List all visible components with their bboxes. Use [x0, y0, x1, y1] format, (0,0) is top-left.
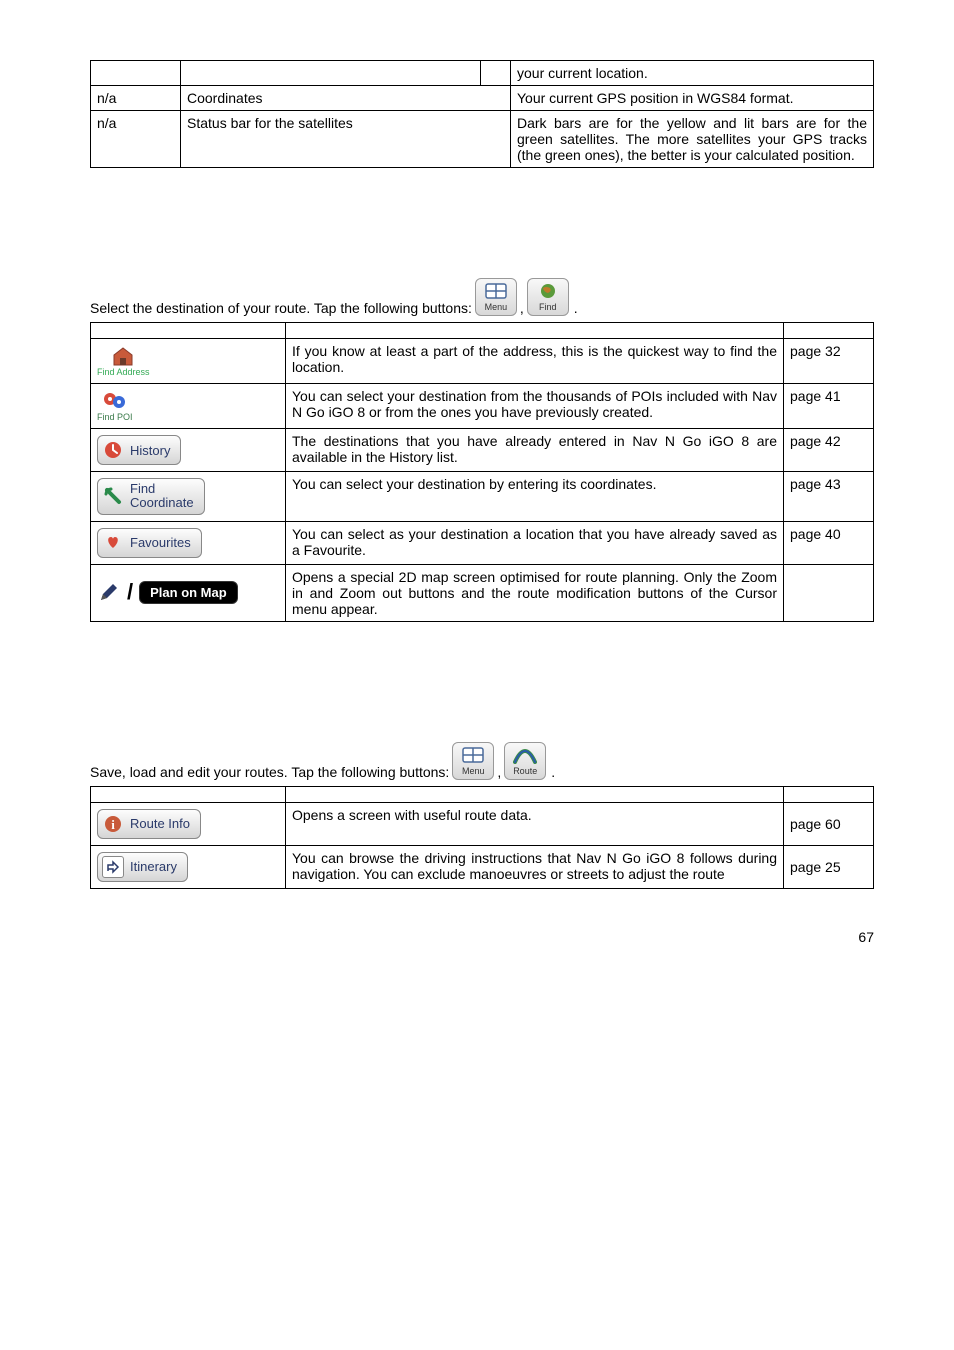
- gps-info-table: your current location. n/a Coordinates Y…: [90, 60, 874, 168]
- t1-r1-c1: n/a: [91, 86, 181, 111]
- t1-r0-c1: [91, 61, 181, 86]
- find-poi-label: Find POI: [97, 412, 133, 422]
- plan-on-map-desc: Opens a special 2D map screen optimised …: [286, 564, 784, 621]
- find-poi-desc: You can select your destination from the…: [286, 384, 784, 429]
- t1-r2-c2: Status bar for the satellites: [181, 111, 511, 168]
- t1-r0-c2: [181, 61, 481, 86]
- pencil-icon: [97, 580, 121, 604]
- history-cell: History: [91, 429, 286, 472]
- t1-r1-c4: Your current GPS position in WGS84 forma…: [511, 86, 874, 111]
- route-info-ref: page 60: [784, 802, 874, 845]
- menu-icon-2: [461, 745, 485, 765]
- plan-on-map-button[interactable]: Plan on Map: [139, 581, 238, 604]
- route-intro-text: Save, load and edit your routes. Tap the…: [90, 764, 449, 780]
- menu-button[interactable]: Menu: [475, 278, 517, 316]
- find-address-icon: Find Address: [97, 345, 150, 377]
- t1-r0-c4: your current location.: [511, 61, 874, 86]
- slash-sep: /: [127, 579, 133, 605]
- history-ref: page 42: [784, 429, 874, 472]
- history-icon: [102, 439, 124, 461]
- page-number: 67: [90, 929, 874, 945]
- find-intro-text: Select the destination of your route. Ta…: [90, 300, 472, 316]
- find-label: Find: [539, 302, 557, 312]
- plan-on-map-cell: / Plan on Map: [91, 564, 286, 621]
- find-poi-icon: Find POI: [97, 390, 133, 422]
- svg-text:i: i: [111, 817, 115, 832]
- comma2: ,: [497, 764, 501, 780]
- plan-on-map-ref: [784, 564, 874, 621]
- t1-r0-c3: [481, 61, 511, 86]
- find-poi-cell: Find POI: [91, 384, 286, 429]
- route-intro-line: Save, load and edit your routes. Tap the…: [90, 742, 874, 780]
- route-info-desc: Opens a screen with useful route data.: [286, 802, 784, 845]
- t1-r1-c2: Coordinates: [181, 86, 511, 111]
- route-label: Route: [513, 766, 537, 776]
- find-coord-icon: [102, 485, 124, 507]
- history-button[interactable]: History: [97, 435, 181, 465]
- route-arc-icon: [513, 745, 537, 765]
- itinerary-icon: [102, 856, 124, 878]
- route-info-cell: i Route Info: [91, 802, 286, 845]
- find-coord-label: Find Coordinate: [130, 482, 194, 511]
- itinerary-ref: page 25: [784, 845, 874, 888]
- route-info-label: Route Info: [130, 816, 190, 831]
- find-address-desc: If you know at least a part of the addre…: [286, 339, 784, 384]
- find-options-table: Find Address If you know at least a part…: [90, 322, 874, 622]
- period1: .: [574, 300, 578, 316]
- menu-icon: [484, 281, 508, 301]
- find-coord-button[interactable]: Find Coordinate: [97, 478, 205, 515]
- find-globe-icon: [536, 281, 560, 301]
- find-poi-ref: page 41: [784, 384, 874, 429]
- favourites-label: Favourites: [130, 535, 191, 550]
- find-coord-cell: Find Coordinate: [91, 472, 286, 522]
- route-info-button[interactable]: i Route Info: [97, 809, 201, 839]
- itinerary-label: Itinerary: [130, 859, 177, 874]
- find-button[interactable]: Find: [527, 278, 569, 316]
- find-address-label: Find Address: [97, 367, 150, 377]
- t1-r2-c4: Dark bars are for the yellow and lit bar…: [511, 111, 874, 168]
- t1-r2-c1: n/a: [91, 111, 181, 168]
- favourites-button[interactable]: Favourites: [97, 528, 202, 558]
- menu-button-2[interactable]: Menu: [452, 742, 494, 780]
- history-label: History: [130, 443, 170, 458]
- itinerary-button[interactable]: Itinerary: [97, 852, 188, 882]
- plan-on-map-label: Plan on Map: [150, 585, 227, 600]
- menu-label-2: Menu: [462, 766, 485, 776]
- find-coord-desc: You can select your destination by enter…: [286, 472, 784, 522]
- plan-on-map-group: / Plan on Map: [97, 579, 238, 605]
- history-desc: The destinations that you have already e…: [286, 429, 784, 472]
- itinerary-cell: Itinerary: [91, 845, 286, 888]
- route-button[interactable]: Route: [504, 742, 546, 780]
- menu-label: Menu: [485, 302, 508, 312]
- find-address-ref: page 32: [784, 339, 874, 384]
- route-options-table: i Route Info Opens a screen with useful …: [90, 786, 874, 889]
- find-address-cell: Find Address: [91, 339, 286, 384]
- route-info-icon: i: [102, 813, 124, 835]
- comma1: ,: [520, 300, 524, 316]
- favourites-icon: [102, 532, 124, 554]
- favourites-desc: You can select as your destination a loc…: [286, 521, 784, 564]
- find-intro-line: Select the destination of your route. Ta…: [90, 278, 874, 316]
- period2: .: [551, 764, 555, 780]
- itinerary-desc: You can browse the driving instructions …: [286, 845, 784, 888]
- find-coord-ref: page 43: [784, 472, 874, 522]
- favourites-ref: page 40: [784, 521, 874, 564]
- favourites-cell: Favourites: [91, 521, 286, 564]
